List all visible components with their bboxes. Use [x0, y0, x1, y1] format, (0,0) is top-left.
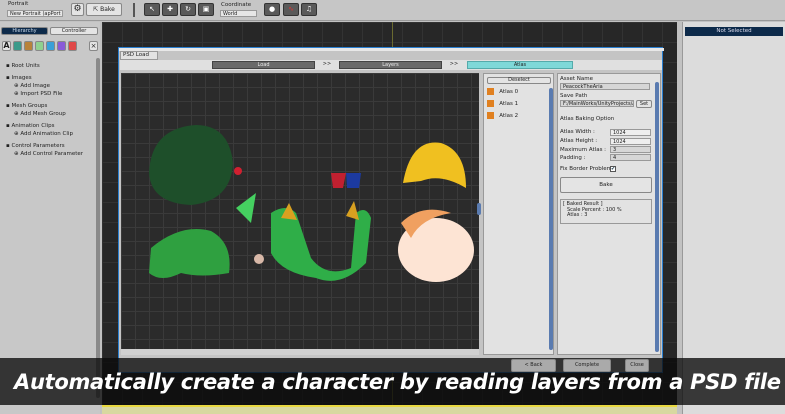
timeline-bar [102, 405, 677, 414]
atlas-height-label: Atlas Height : [560, 138, 598, 144]
inspector-panel: Not Selected [682, 22, 785, 414]
scale-tool-icon[interactable]: ▣ [198, 3, 214, 16]
portrait-label: Portrait [8, 1, 29, 7]
close-button[interactable]: Close [625, 359, 649, 372]
settings-scrollbar[interactable] [655, 82, 659, 352]
caption-text: Automatically create a character by read… [14, 370, 781, 394]
hair-sprite [403, 142, 466, 188]
cape-sprite [149, 229, 230, 278]
fix-border-label: Fix Border Problem [560, 166, 612, 172]
onion-icon[interactable]: ● [264, 3, 280, 16]
bake-button[interactable]: ⇱ Bake [86, 3, 122, 16]
complete-button[interactable]: Complete [563, 359, 611, 372]
image-filter-icon[interactable] [13, 41, 22, 51]
save-path-input[interactable]: F:/MainWorks/UnityProjects/Ar [560, 100, 634, 107]
baked-result-box: [ Baked Result ] Scale Percent : 100 % A… [560, 199, 652, 224]
atlas-settings: Asset Name PeacockTheAria Save Path F:/M… [557, 73, 661, 355]
horizontal-scrollbar[interactable] [121, 349, 479, 355]
tree-item[interactable]: ⊕ Add Mesh Group [14, 111, 66, 117]
bake-label: Bake [100, 6, 115, 13]
list-scrollbar[interactable] [549, 88, 553, 350]
atlas-height-select[interactable]: 1024 [610, 138, 651, 145]
transform-filter-icon[interactable] [46, 41, 55, 51]
rotate-tool-icon[interactable]: ↻ [180, 3, 196, 16]
tree-item[interactable]: ▪ Root Units [6, 63, 40, 69]
hat-sprite [149, 125, 233, 205]
atlas-item[interactable]: Atlas 2 [487, 112, 518, 119]
hierarchy-panel: Hierarchy Controller A × ▪ Root Units ▪ … [0, 22, 100, 414]
tree-item[interactable]: ▪ Images [6, 75, 32, 81]
asset-name-label: Asset Name [560, 76, 594, 82]
atlas-item[interactable]: Atlas 0 [487, 88, 518, 95]
asset-name-input[interactable]: PeacockTheAria [560, 83, 650, 90]
settings-gear-icon[interactable]: ⚙ [71, 3, 84, 16]
deselect-button[interactable]: Deselect [487, 77, 551, 84]
fix-border-checkbox[interactable]: ✔ [610, 166, 616, 172]
tree-item[interactable]: ⊕ Add Control Parameter [14, 151, 83, 157]
max-atlas-label: Maximum Atlas : [560, 147, 607, 153]
padding-label: Padding : [560, 155, 586, 161]
toolbar: Portrait New Portrait (apPort ⚙ ⇱ Bake ↖… [0, 0, 785, 21]
save-path-label: Save Path [560, 93, 588, 99]
atlas-item[interactable]: Atlas 1 [487, 100, 518, 107]
atlas-icon [487, 112, 494, 119]
tree-item[interactable]: ▪ Animation Clips [6, 123, 55, 129]
atlas-width-select[interactable]: 1024 [610, 129, 651, 136]
tree-item[interactable]: ▪ Mesh Groups [6, 103, 47, 109]
caption-banner: Automatically create a character by read… [0, 358, 785, 405]
back-button[interactable]: < Back [511, 359, 556, 372]
coordinate-select[interactable]: World [220, 10, 257, 17]
dialog-title: PSD Load [120, 51, 158, 60]
tab-hierarchy[interactable]: Hierarchy [1, 27, 48, 35]
bake-atlas-button[interactable]: Bake [560, 177, 652, 193]
max-atlas-input[interactable]: 3 [610, 146, 651, 153]
atlas-icon [487, 88, 494, 95]
mesh-icon[interactable]: ♫ [301, 3, 317, 16]
tree-item[interactable]: ⊕ Import PSD File [14, 91, 62, 97]
portrait-select[interactable]: New Portrait (apPort [7, 10, 63, 17]
meshgroup-filter-icon[interactable] [35, 41, 44, 51]
atlas-sprites [149, 125, 474, 282]
step-arrow: >> [322, 61, 332, 67]
divider [133, 3, 135, 17]
move-tool-icon[interactable]: ✚ [162, 3, 178, 16]
coordinate-label: Coordinate [221, 2, 252, 8]
select-tool-icon[interactable]: ↖ [144, 3, 160, 16]
vertical-scrollbar[interactable] [477, 203, 481, 215]
param-filter-icon[interactable] [68, 41, 77, 51]
atlas-list: Deselect Atlas 0 Atlas 1 Atlas 2 [483, 73, 554, 355]
result-atlas-count: Atlas : 3 [567, 212, 588, 218]
tab-controller[interactable]: Controller [50, 27, 98, 35]
step-atlas[interactable]: Atlas [467, 61, 573, 69]
step-load[interactable]: Load [212, 61, 315, 69]
text-icon[interactable]: A [2, 41, 11, 51]
psd-load-dialog: PSD Load Load >> Layers >> Atlas Deselec… [118, 47, 664, 373]
padding-input[interactable]: 4 [610, 154, 651, 161]
mesh-filter-icon[interactable] [24, 41, 33, 51]
inspector-header: Not Selected [685, 27, 783, 36]
set-path-button[interactable]: Set [636, 100, 652, 108]
baking-option-heading: Atlas Baking Option [560, 116, 615, 122]
atlas-width-label: Atlas Width : [560, 129, 595, 135]
step-arrow: >> [449, 61, 459, 67]
atlas-icon [487, 100, 494, 107]
tree-item[interactable]: ▪ Control Parameters [6, 143, 65, 149]
close-filter-icon[interactable]: × [89, 41, 98, 51]
atlas-preview[interactable] [121, 73, 479, 355]
bone-icon[interactable]: ∿ [283, 3, 299, 16]
tree-item[interactable]: ⊕ Add Image [14, 83, 50, 89]
collar-sprite [236, 193, 256, 223]
animation-filter-icon[interactable] [57, 41, 66, 51]
scrollbar[interactable] [96, 58, 100, 398]
step-layers[interactable]: Layers [339, 61, 442, 69]
bake-icon: ⇱ [93, 6, 99, 13]
tree-item[interactable]: ⊕ Add Animation Clip [14, 131, 73, 137]
